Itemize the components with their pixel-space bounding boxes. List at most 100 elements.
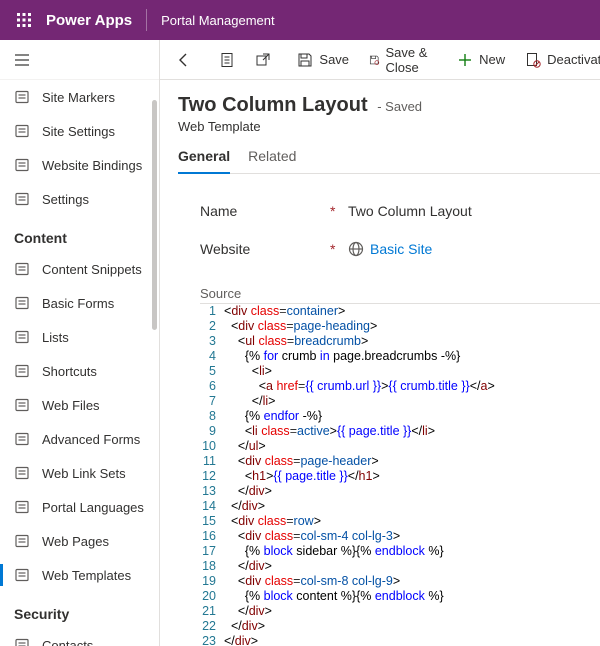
contact-icon [14,637,30,646]
code-line: 14 </div> [200,499,600,514]
code-line: 1<div class=container> [200,304,600,319]
website-field-label: Website [200,241,330,257]
bind-icon [14,157,30,173]
nav-scrollbar-thumb[interactable] [152,100,157,330]
code-line: 23</div> [200,634,600,646]
settings-list-icon [14,123,30,139]
required-marker: * [330,241,338,257]
doc-button[interactable] [211,44,243,76]
required-marker: * [330,203,338,219]
nav-group-security: Security [0,592,159,628]
sidebar-item-label: Settings [42,192,89,207]
name-field-value[interactable]: Two Column Layout [348,203,472,219]
header-divider [146,9,147,31]
sidebar-item-label: Advanced Forms [42,432,140,447]
sidebar-item-label: Site Markers [42,90,115,105]
code-line: 12 <h1>{{ page.title }}</h1> [200,469,600,484]
tab-related[interactable]: Related [248,148,296,173]
code-line: 2 <div class=page-heading> [200,319,600,334]
sidebar-item-content-snippets[interactable]: Content Snippets [0,252,159,286]
code-line: 11 <div class=page-header> [200,454,600,469]
sidebar-item-web-files[interactable]: Web Files [0,388,159,422]
sidebar-item-web-link-sets[interactable]: Web Link Sets [0,456,159,490]
source-field-label: Source [200,286,600,301]
lang-icon [14,499,30,515]
command-bar: Save Save & Close New Deactivate D [160,40,600,80]
sidebar-item-portal-languages[interactable]: Portal Languages [0,490,159,524]
list-icon [14,465,30,481]
sidebar-item-label: Contacts [42,638,93,646]
code-line: 18 </div> [200,559,600,574]
sidebar-item-label: Lists [42,330,69,345]
globe-icon [14,89,30,105]
new-button[interactable]: New [449,44,513,76]
code-line: 20 {% block content %}{% endblock %} [200,589,600,604]
source-code-editor[interactable]: 1<div class=container>2 <div class=page-… [200,303,600,646]
code-line: 10 </ul> [200,439,600,454]
save-close-label: Save & Close [386,45,438,75]
sidebar-item-settings[interactable]: Settings [0,182,159,216]
link-icon [14,363,30,379]
list-icon [14,329,30,345]
save-close-button[interactable]: Save & Close [361,44,445,76]
sidebar-item-label: Web Files [42,398,100,413]
nav-group-content: Content [0,216,159,252]
code-line: 13 </div> [200,484,600,499]
deactivate-button[interactable]: Deactivate [517,44,600,76]
form-icon [14,431,30,447]
sidebar-item-site-markers[interactable]: Site Markers [0,80,159,114]
content-area: Save Save & Close New Deactivate D Two C… [160,40,600,646]
sidebar-item-basic-forms[interactable]: Basic Forms [0,286,159,320]
sidebar-item-label: Web Pages [42,534,109,549]
sidebar-item-advanced-forms[interactable]: Advanced Forms [0,422,159,456]
sidebar-item-label: Basic Forms [42,296,114,311]
code-line: 4 {% for crumb in page.breadcrumbs -%} [200,349,600,364]
sidebar-item-website-bindings[interactable]: Website Bindings [0,148,159,182]
page-title: Two Column Layout [178,94,368,116]
sidebar-item-contacts[interactable]: Contacts [0,628,159,646]
sidebar-item-web-templates[interactable]: Web Templates [0,558,159,592]
new-label: New [479,52,505,67]
app-header: Power Apps Portal Management [0,0,600,40]
app-name[interactable]: Portal Management [161,13,274,28]
back-button[interactable] [168,44,200,76]
nav-sidebar: Site Markers Site Settings Website Bindi… [0,40,160,646]
page-icon [14,533,30,549]
sidebar-item-label: Web Templates [42,568,131,583]
code-line: 21 </div> [200,604,600,619]
popout-button[interactable] [247,44,279,76]
page-header: Two Column Layout - Saved Web Template [178,94,600,134]
code-line: 15 <div class=row> [200,514,600,529]
code-line: 9 <li class=active>{{ page.title }}</li> [200,424,600,439]
code-line: 3 <ul class=breadcrumb> [200,334,600,349]
sidebar-item-site-settings[interactable]: Site Settings [0,114,159,148]
sidebar-item-label: Web Link Sets [42,466,126,481]
nav-collapse-button[interactable] [0,40,159,80]
file-icon [14,397,30,413]
code-line: 5 <li> [200,364,600,379]
code-line: 19 <div class=col-sm-8 col-lg-9> [200,574,600,589]
app-launcher-icon[interactable] [8,4,40,36]
gear-icon [14,191,30,207]
website-lookup-value[interactable]: Basic Site [348,241,432,257]
sidebar-item-lists[interactable]: Lists [0,320,159,354]
sidebar-item-label: Site Settings [42,124,115,139]
name-field-label: Name [200,203,330,219]
entity-type: Web Template [178,119,600,134]
page-save-status: - Saved [377,99,422,114]
form-icon [14,295,30,311]
code-line: 6 <a href={{ crumb.url }}>{{ crumb.title… [200,379,600,394]
save-button[interactable]: Save [289,44,357,76]
brand-name[interactable]: Power Apps [46,12,132,29]
code-line: 7 </li> [200,394,600,409]
save-label: Save [319,52,349,67]
tab-general[interactable]: General [178,148,230,174]
sidebar-item-web-pages[interactable]: Web Pages [0,524,159,558]
code-line: 8 {% endfor -%} [200,409,600,424]
sidebar-item-shortcuts[interactable]: Shortcuts [0,354,159,388]
globe-icon [348,241,364,257]
code-line: 16 <div class=col-sm-4 col-lg-3> [200,529,600,544]
template-icon [14,567,30,583]
sidebar-item-label: Portal Languages [42,500,144,515]
sidebar-item-label: Website Bindings [42,158,142,173]
